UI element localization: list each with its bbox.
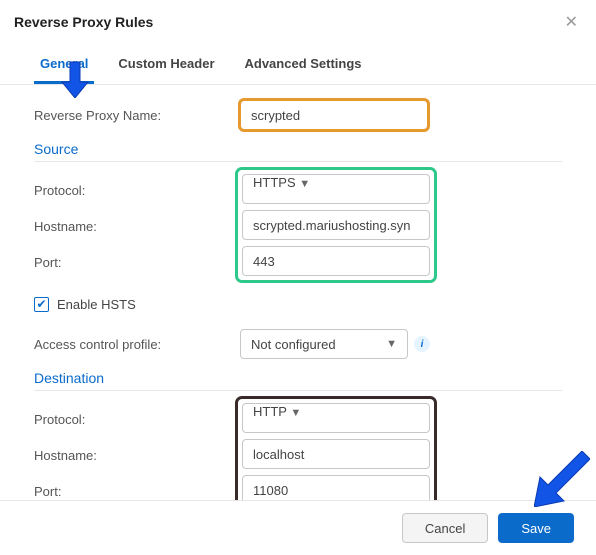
chevron-down-icon: ▼ xyxy=(299,178,310,190)
cancel-button[interactable]: Cancel xyxy=(402,513,488,543)
checkmark-icon: ✔ xyxy=(36,298,46,310)
dialog-footer: Cancel Save xyxy=(0,500,596,555)
destination-heading: Destination xyxy=(34,370,562,386)
dest-port-input[interactable] xyxy=(242,475,430,500)
divider xyxy=(34,161,562,162)
source-port-label: Port: xyxy=(34,244,240,280)
dest-port-label: Port: xyxy=(34,473,240,500)
access-control-profile-select[interactable]: Not configured ▼ xyxy=(240,329,408,359)
tab-general[interactable]: General xyxy=(34,48,94,84)
source-protocol-select[interactable]: HTTPS ▼ xyxy=(242,174,430,204)
source-heading: Source xyxy=(34,141,562,157)
enable-hsts-checkbox[interactable]: ✔ xyxy=(34,297,49,312)
source-hostname-label: Hostname: xyxy=(34,208,240,244)
row-name: Reverse Proxy Name: xyxy=(34,99,562,131)
close-icon[interactable]: ✕ xyxy=(561,10,582,34)
source-hostname-input[interactable] xyxy=(242,210,430,240)
source-port-input[interactable] xyxy=(242,246,430,276)
titlebar: Reverse Proxy Rules ✕ xyxy=(0,0,596,40)
acp-label: Access control profile: xyxy=(34,337,240,352)
tab-strip: General Custom Header Advanced Settings xyxy=(0,40,596,85)
dest-protocol-select[interactable]: HTTP ▼ xyxy=(242,403,430,433)
row-hsts: ✔ Enable HSTS xyxy=(34,290,562,318)
save-button[interactable]: Save xyxy=(498,513,574,543)
window-title: Reverse Proxy Rules xyxy=(14,14,153,30)
dest-hostname-input[interactable] xyxy=(242,439,430,469)
row-source-group: Protocol: Hostname: Port: HTTPS ▼ xyxy=(34,172,562,280)
chevron-down-icon: ▼ xyxy=(290,407,301,419)
divider xyxy=(34,390,562,391)
acp-value: Not configured xyxy=(251,337,336,352)
info-icon[interactable]: i xyxy=(414,336,430,352)
name-label: Reverse Proxy Name: xyxy=(34,108,240,123)
source-protocol-label: Protocol: xyxy=(34,172,240,208)
row-acp: Access control profile: Not configured ▼… xyxy=(34,328,562,360)
dest-protocol-label: Protocol: xyxy=(34,401,240,437)
dialog-window: Reverse Proxy Rules ✕ General Custom Hea… xyxy=(0,0,596,555)
chevron-down-icon: ▼ xyxy=(386,338,397,350)
row-dest-group: Protocol: Hostname: Port: HTTP ▼ xyxy=(34,401,562,500)
source-protocol-value: HTTPS xyxy=(253,175,296,190)
dest-protocol-value: HTTP xyxy=(253,404,287,419)
dest-hostname-label: Hostname: xyxy=(34,437,240,473)
content-area: Reverse Proxy Name: Source Protocol: Hos… xyxy=(0,85,596,500)
tab-advanced-settings[interactable]: Advanced Settings xyxy=(239,48,368,84)
tab-custom-header[interactable]: Custom Header xyxy=(112,48,220,84)
enable-hsts-label: Enable HSTS xyxy=(57,297,136,312)
reverse-proxy-name-input[interactable] xyxy=(240,100,428,130)
